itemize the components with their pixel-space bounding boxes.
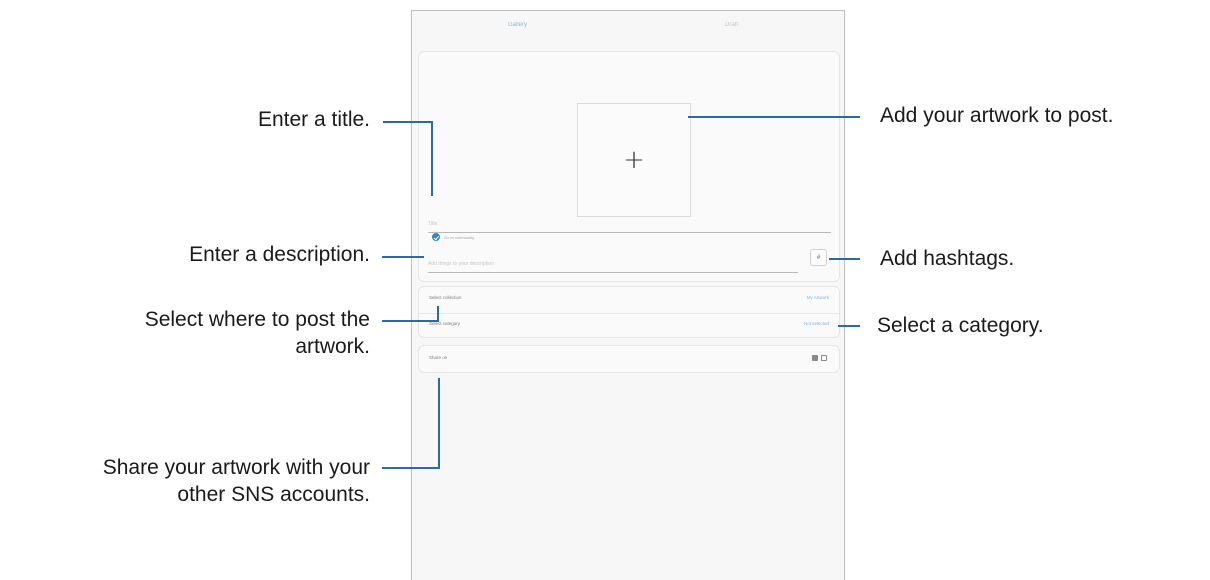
facebook-icon[interactable]: [812, 355, 818, 361]
leader-line-add-artwork: [688, 116, 860, 118]
share-label: Share on: [429, 355, 448, 360]
tab-draft[interactable]: Draft: [725, 22, 738, 28]
post-form-panel: + Go to community: [418, 51, 840, 282]
hashtag-icon: #: [816, 254, 821, 261]
leader-line-description: [382, 256, 424, 258]
callout-share-line1: Share your artwork with your: [102, 456, 370, 479]
leader-line-category: [838, 325, 860, 327]
title-input[interactable]: Title: [428, 219, 831, 233]
community-option[interactable]: Go to community: [432, 232, 474, 242]
callout-hashtags: Add hashtags.: [880, 247, 1015, 270]
callout-add-artwork: Add your artwork to post.: [880, 104, 1114, 127]
callout-share: Share your artwork with your other SNS a…: [103, 454, 370, 508]
leader-line-share-v: [438, 378, 440, 469]
add-artwork-button[interactable]: +: [577, 103, 691, 217]
select-category-value[interactable]: Not selected: [804, 321, 829, 326]
leader-line-title-v: [431, 121, 433, 196]
device-screen: Gallery Draft + Go to community Title Ad…: [411, 10, 845, 580]
callout-where-line1: Select where to post the: [144, 308, 370, 331]
twitter-icon[interactable]: [821, 355, 827, 361]
select-collection-row[interactable]: Select collection My Artwork: [419, 287, 839, 314]
leader-line-hashtags: [829, 258, 860, 260]
leader-line-title: [383, 121, 433, 123]
select-collection-value[interactable]: My Artwork: [807, 295, 829, 300]
tab-bar: Gallery Draft: [412, 11, 844, 51]
callout-description: Enter a description.: [189, 243, 370, 266]
post-settings-panel: Select collection My Artwork Select cate…: [418, 286, 840, 338]
checkbox-label: Go to community: [444, 234, 475, 240]
description-input[interactable]: Add things to your description: [428, 259, 798, 273]
leader-line-share: [382, 467, 440, 469]
select-category-row[interactable]: Select category Not selected: [419, 313, 839, 339]
hashtag-button[interactable]: #: [810, 249, 827, 266]
callout-share-line2: other SNS accounts.: [177, 483, 370, 506]
checkbox-checked-icon[interactable]: [432, 233, 440, 241]
callout-title: Enter a title.: [257, 108, 370, 131]
select-collection-label: Select collection: [429, 295, 462, 300]
callout-category: Select a category.: [877, 314, 1044, 337]
leader-line-where-v: [437, 306, 439, 322]
tab-gallery[interactable]: Gallery: [508, 22, 527, 28]
callout-where-line2: artwork.: [295, 335, 370, 358]
callout-where: Select where to post the artwork.: [145, 306, 370, 360]
share-panel: Share on: [418, 345, 840, 373]
leader-line-where: [382, 320, 439, 322]
plus-icon: +: [623, 145, 645, 175]
